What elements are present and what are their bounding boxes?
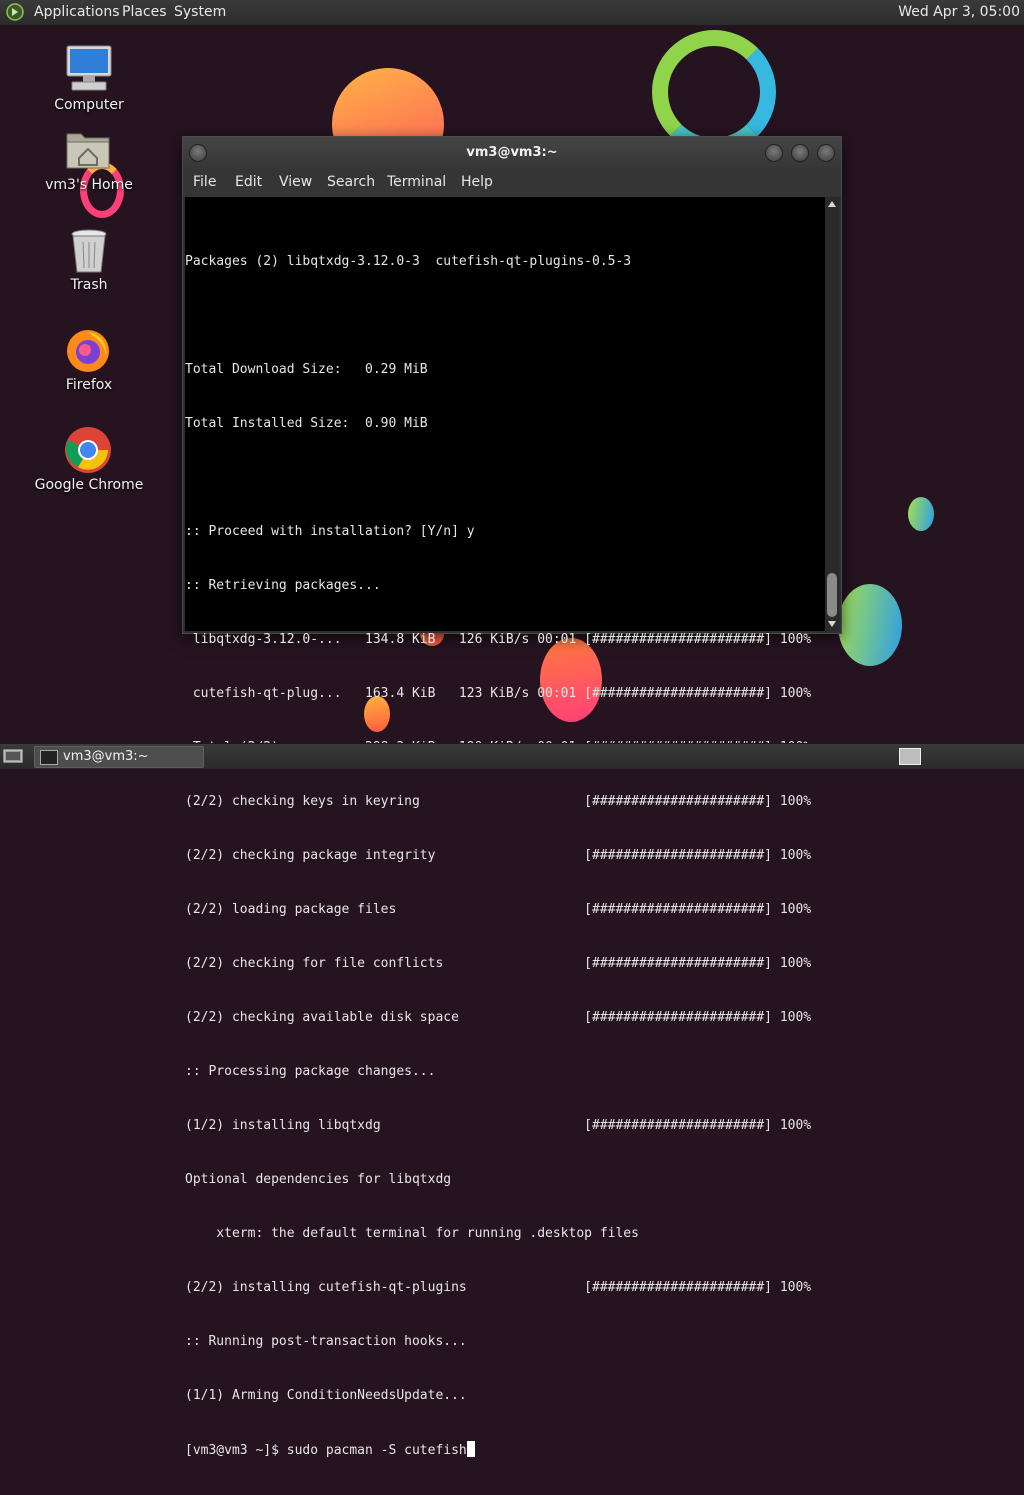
desktop-icon-label: Google Chrome [34,477,144,493]
terminal-line: cutefish-qt-plug... 163.4 KiB 123 KiB/s … [185,686,812,701]
text-cursor [466,1441,475,1457]
terminal-icon [40,750,58,765]
menu-file[interactable]: File [193,174,216,190]
menu-search[interactable]: Search [327,174,375,190]
desktop-icon-trash[interactable]: Trash [34,228,144,294]
minimize-button[interactable] [765,144,783,162]
trash-icon [71,229,107,273]
top-panel: Applications Places System Wed Apr 3, 05… [0,0,1024,26]
system-menu[interactable]: System [174,4,226,20]
desktop-icon-computer[interactable]: Computer [34,44,144,116]
close-button[interactable] [817,144,835,162]
terminal-line: (1/1) Arming ConditionNeedsUpdate... [185,1388,467,1403]
terminal-line: libqtxdg-3.12.0-... 134.8 KiB 126 KiB/s … [185,632,812,647]
terminal-line: Total Download Size: 0.29 MiB [185,362,428,377]
terminal-line: (2/2) checking package integrity [######… [185,848,812,863]
terminal-line: (2/2) checking for file conflicts [#####… [185,956,812,971]
terminal-line: (2/2) installing cutefish-qt-plugins [##… [185,1280,812,1295]
bottom-panel: vm3@vm3:~ [0,743,1024,769]
clock[interactable]: Wed Apr 3, 05:00 [898,4,1020,20]
terminal-scrollbar[interactable] [825,197,839,631]
menu-view[interactable]: View [279,174,312,190]
menu-help[interactable]: Help [461,174,493,190]
terminal-line: Total Installed Size: 0.90 MiB [185,416,428,431]
terminal-line: xterm: the default terminal for running … [185,1226,639,1241]
terminal-line: :: Proceed with installation? [Y/n] y [185,524,475,539]
scrollbar-thumb[interactable] [827,573,837,617]
terminal-window[interactable]: vm3@vm3:~ File Edit View Search Terminal… [182,136,842,1458]
scroll-down-icon[interactable] [828,621,836,627]
workspace-switcher[interactable] [899,748,921,765]
chrome-icon [65,427,111,473]
terminal-line: :: Retrieving packages... [185,578,381,593]
desktop-icon-chrome[interactable]: Google Chrome [34,426,144,494]
terminal-line: (2/2) loading package files [###########… [185,902,812,917]
scroll-up-icon[interactable] [828,201,836,207]
wallpaper-small-ball [908,497,934,531]
desktop-icon-firefox[interactable]: Firefox [34,326,144,394]
gnome-foot-icon[interactable] [6,3,24,21]
wallpaper-blue-ball [838,584,902,666]
terminal-prompt-line[interactable]: [vm3@vm3 ~]$ sudo pacman -S cutefish [185,1441,811,1459]
menu-terminal[interactable]: Terminal [387,174,446,190]
terminal-line: (1/2) installing libqtxdg [#############… [185,1118,812,1133]
menu-edit[interactable]: Edit [235,174,262,190]
terminal-output[interactable]: Packages (2) libqtxdg-3.12.0-3 cutefish-… [185,197,825,1458]
desktop-icon-label: Computer [54,97,124,113]
show-desktop-icon[interactable] [3,748,23,764]
firefox-icon [67,330,109,372]
terminal-line: :: Processing package changes... [185,1064,436,1079]
terminal-lines: Packages (2) libqtxdg-3.12.0-3 cutefish-… [185,217,811,1495]
window-titlebar[interactable]: vm3@vm3:~ [183,137,841,169]
terminal-line: Optional dependencies for libqtxdg [185,1172,452,1187]
computer-icon [66,45,112,91]
window-title: vm3@vm3:~ [466,145,558,160]
terminal-line: Packages (2) libqtxdg-3.12.0-3 cutefish-… [185,254,632,269]
terminal-line: (2/2) checking available disk space [###… [185,1010,812,1025]
desktop-icon-home[interactable]: vm3's Home [34,128,144,196]
terminal-prompt: [vm3@vm3 ~]$ sudo pacman -S cutefish [185,1443,467,1458]
terminal-line: (2/2) checking keys in keyring [########… [185,794,812,809]
places-menu[interactable]: Places [122,4,167,20]
applications-menu[interactable]: Applications [34,4,120,20]
terminal-menubar: File Edit View Search Terminal Help [183,169,841,197]
desktop-icon-label: vm3's Home [45,177,133,193]
desktop-icon-label: Trash [70,277,108,293]
terminal-line: :: Running post-transaction hooks... [185,1334,467,1349]
home-folder-icon [66,133,110,169]
desktop-icon-label: Firefox [65,377,113,393]
taskbar-terminal-button[interactable]: vm3@vm3:~ [34,746,204,768]
maximize-button[interactable] [791,144,809,162]
taskbar-label: vm3@vm3:~ [63,749,149,764]
